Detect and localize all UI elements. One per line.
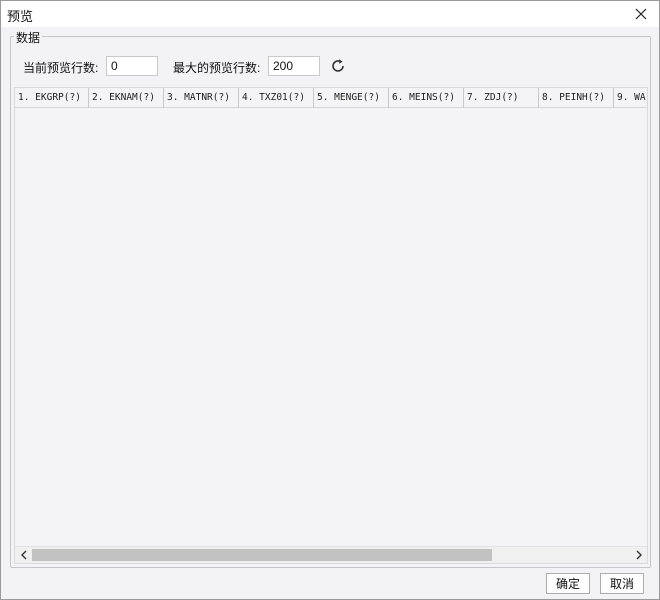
max-preview-rows-input[interactable]	[268, 56, 320, 76]
column-header[interactable]: 6. MEINS(?)	[389, 88, 464, 108]
scroll-thumb[interactable]	[32, 549, 492, 561]
column-header[interactable]: 3. MATNR(?)	[164, 88, 239, 108]
column-header[interactable]: 1. EKGRP(?)	[15, 88, 89, 108]
horizontal-scrollbar[interactable]	[15, 546, 647, 563]
column-header[interactable]: 7. ZDJ(?)	[464, 88, 539, 108]
scroll-right-button[interactable]	[630, 547, 647, 563]
column-header[interactable]: 8. PEINH(?)	[539, 88, 614, 108]
title-bar: 预览	[1, 1, 659, 27]
close-icon	[635, 8, 647, 20]
column-header[interactable]: 5. MENGE(?)	[314, 88, 389, 108]
refresh-icon	[332, 59, 344, 72]
close-button[interactable]	[631, 4, 651, 24]
chevron-left-icon	[20, 550, 26, 560]
column-header[interactable]: 9. WA	[614, 88, 647, 108]
cancel-button[interactable]: 取消	[600, 573, 644, 594]
preview-dialog: 预览 数据 当前预览行数: 最大的预览行数: 1. EKGRP(?)2. EKN…	[0, 0, 660, 600]
chevron-right-icon	[636, 550, 642, 560]
refresh-button[interactable]	[329, 57, 347, 75]
data-group-legend: 数据	[14, 29, 43, 46]
column-header[interactable]: 4. TXZ01(?)	[239, 88, 314, 108]
scroll-track[interactable]	[32, 549, 630, 561]
current-preview-rows-input[interactable]	[106, 56, 158, 76]
column-header[interactable]: 2. EKNAM(?)	[89, 88, 164, 108]
dialog-title: 预览	[7, 9, 34, 24]
preview-table[interactable]: 1. EKGRP(?) 2. EKNAM(?) 3. MATNR(?) 4. TXZ0…	[14, 87, 648, 564]
max-preview-rows-label: 最大的预览行数:	[173, 61, 261, 75]
scroll-left-button[interactable]	[15, 547, 32, 563]
table-header: 1. EKGRP(?) 2. EKNAM(?) 3. MATNR(?) 4. TXZ0…	[15, 88, 647, 108]
ok-button[interactable]: 确定	[546, 573, 590, 594]
current-preview-rows-label: 当前预览行数:	[23, 61, 99, 75]
